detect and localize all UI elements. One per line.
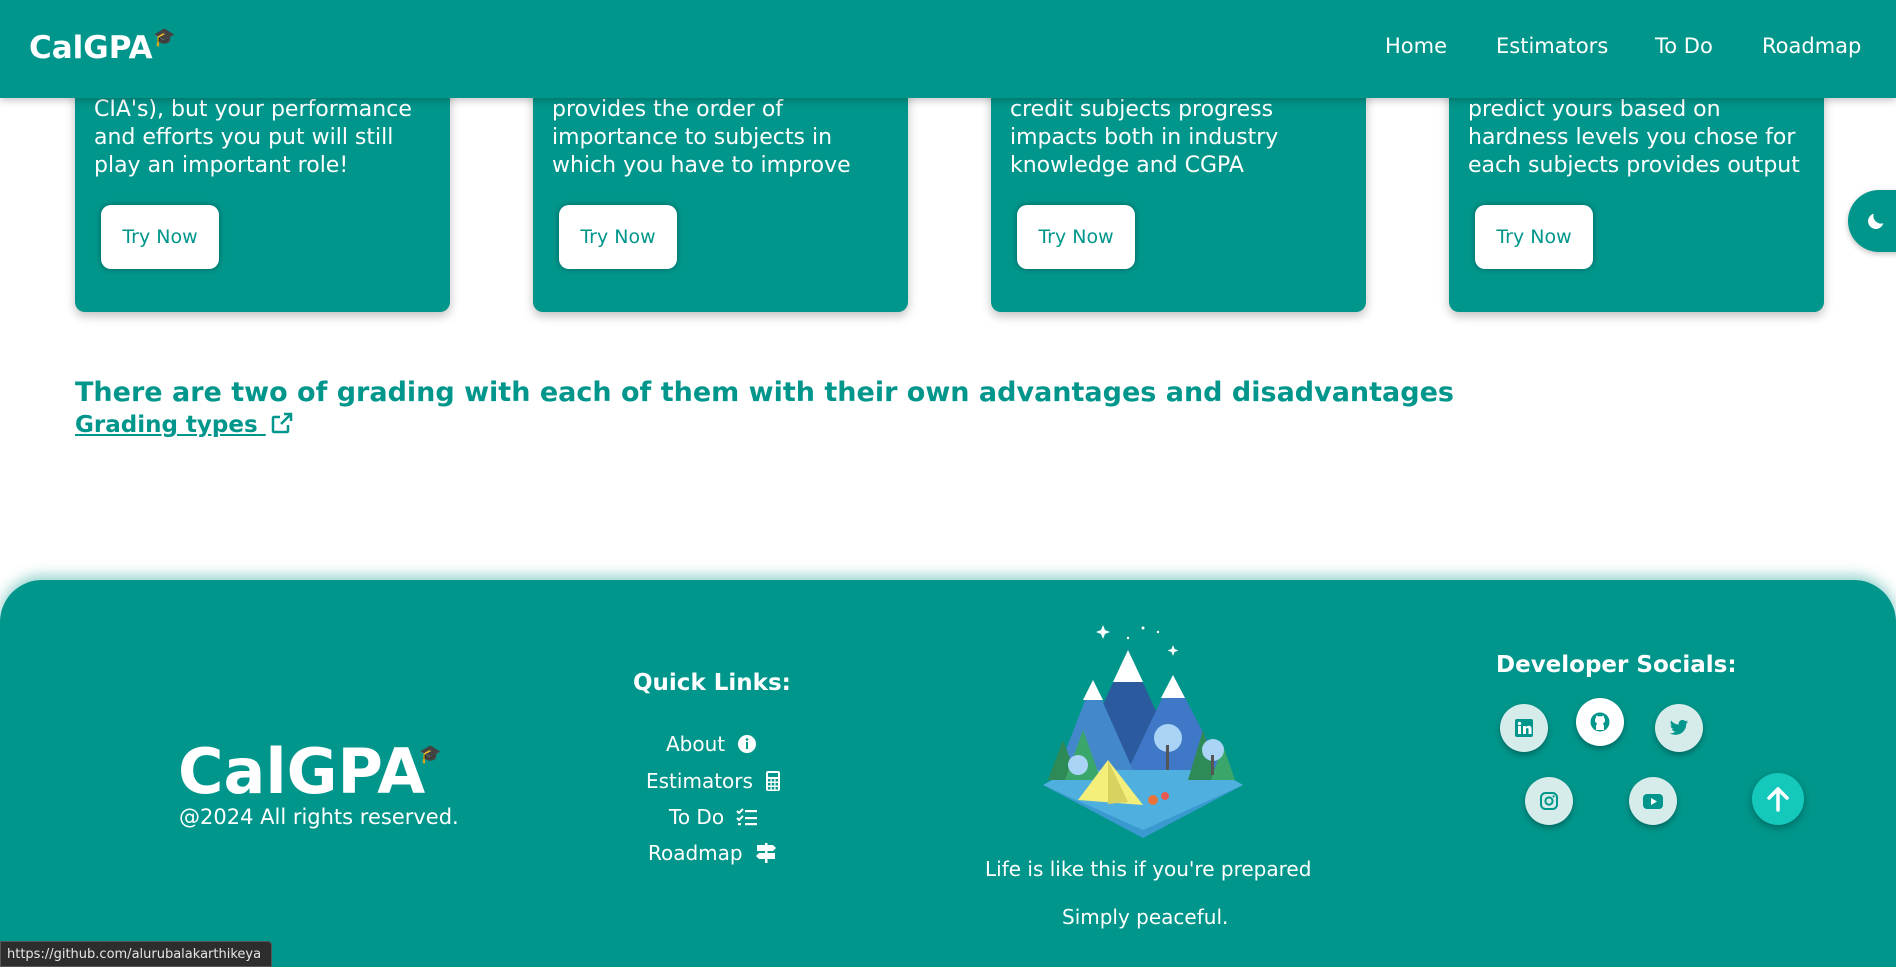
footer-link-roadmap[interactable]: Roadmap xyxy=(648,841,777,865)
github-link[interactable] xyxy=(1576,698,1624,746)
dark-mode-toggle[interactable] xyxy=(1848,190,1896,252)
card-line: impacts both in industry xyxy=(1010,125,1279,150)
nav-todo[interactable]: To Do xyxy=(1655,34,1713,58)
try-now-button[interactable]: Try Now xyxy=(1475,205,1593,269)
navbar: CalGPA 🎓 Home Estimators To Do Roadmap xyxy=(0,0,1896,98)
info-icon xyxy=(738,735,757,753)
arrow-up-icon xyxy=(1767,787,1789,812)
graduation-cap-icon: 🎓 xyxy=(153,27,176,48)
card-line: hardness levels you chose for xyxy=(1468,125,1796,150)
signpost-icon xyxy=(755,843,776,863)
twitter-link[interactable] xyxy=(1655,704,1703,752)
camping-illustration xyxy=(1043,625,1243,838)
footer-link-label: Roadmap xyxy=(648,841,743,865)
card-line: which you have to improve xyxy=(552,153,851,178)
illustration-subcaption: Simply peaceful. xyxy=(1062,905,1229,929)
quick-links-title: Quick Links: xyxy=(633,670,791,696)
twitter-icon xyxy=(1669,719,1689,735)
checklist-icon xyxy=(736,808,758,826)
card-description: credit subjects progress impacts both in… xyxy=(1010,96,1360,180)
card-line: play an important role! xyxy=(94,153,349,178)
footer-link-todo[interactable]: To Do xyxy=(669,805,758,829)
grading-types-link[interactable]: Grading types xyxy=(75,411,294,438)
nav-estimators[interactable]: Estimators xyxy=(1496,34,1608,58)
card-line: knowledge and CGPA xyxy=(1010,153,1244,178)
card-description: provides the order of importance to subj… xyxy=(552,96,902,180)
footer: CalGPA 🎓 @2024 All rights reserved. Quic… xyxy=(0,580,1896,967)
try-now-button[interactable]: Try Now xyxy=(101,205,219,269)
calculator-icon xyxy=(765,771,780,791)
scroll-to-top-button[interactable] xyxy=(1752,773,1804,825)
youtube-icon xyxy=(1643,793,1663,809)
linkedin-icon xyxy=(1515,719,1533,737)
footer-link-about[interactable]: About xyxy=(666,732,757,756)
brand-logo[interactable]: CalGPA xyxy=(29,30,153,66)
card-line: each subjects provides output xyxy=(1468,153,1800,178)
footer-link-label: Estimators xyxy=(646,769,753,793)
card-description: CIA's), but your performance and efforts… xyxy=(94,96,444,180)
instagram-link[interactable] xyxy=(1525,777,1573,825)
card-line: predict yours based on xyxy=(1468,97,1721,122)
card-line: provides the order of xyxy=(552,97,784,122)
external-link-icon xyxy=(271,412,292,434)
footer-link-label: About xyxy=(666,732,726,756)
status-bar-url: https://github.com/alurubalakarthikeya xyxy=(0,941,273,967)
footer-brand: CalGPA xyxy=(178,735,426,808)
youtube-link[interactable] xyxy=(1629,777,1677,825)
instagram-icon xyxy=(1540,792,1558,810)
footer-link-label: To Do xyxy=(669,805,725,829)
try-now-button[interactable]: Try Now xyxy=(559,205,677,269)
card-line: CIA's), but your performance xyxy=(94,97,412,122)
card-line: and efforts you put will still xyxy=(94,125,394,150)
nav-home[interactable]: Home xyxy=(1385,34,1447,58)
try-now-button[interactable]: Try Now xyxy=(1017,205,1135,269)
grading-heading: There are two of grading with each of th… xyxy=(75,377,1454,408)
grading-types-label: Grading types xyxy=(75,412,258,438)
illustration-caption: Life is like this if you're prepared xyxy=(985,857,1312,881)
developer-socials-title: Developer Socials: xyxy=(1496,652,1737,678)
graduation-cap-icon: 🎓 xyxy=(419,744,442,765)
copyright-text: @2024 All rights reserved. xyxy=(179,805,459,829)
footer-link-estimators[interactable]: Estimators xyxy=(646,769,781,793)
card-line: importance to subjects in xyxy=(552,125,833,150)
card-description: predict yours based on hardness levels y… xyxy=(1468,96,1818,180)
nav-roadmap[interactable]: Roadmap xyxy=(1762,34,1861,58)
github-icon xyxy=(1590,712,1610,732)
linkedin-link[interactable] xyxy=(1500,704,1548,752)
card-line: credit subjects progress xyxy=(1010,97,1274,122)
moon-icon xyxy=(1868,213,1884,229)
